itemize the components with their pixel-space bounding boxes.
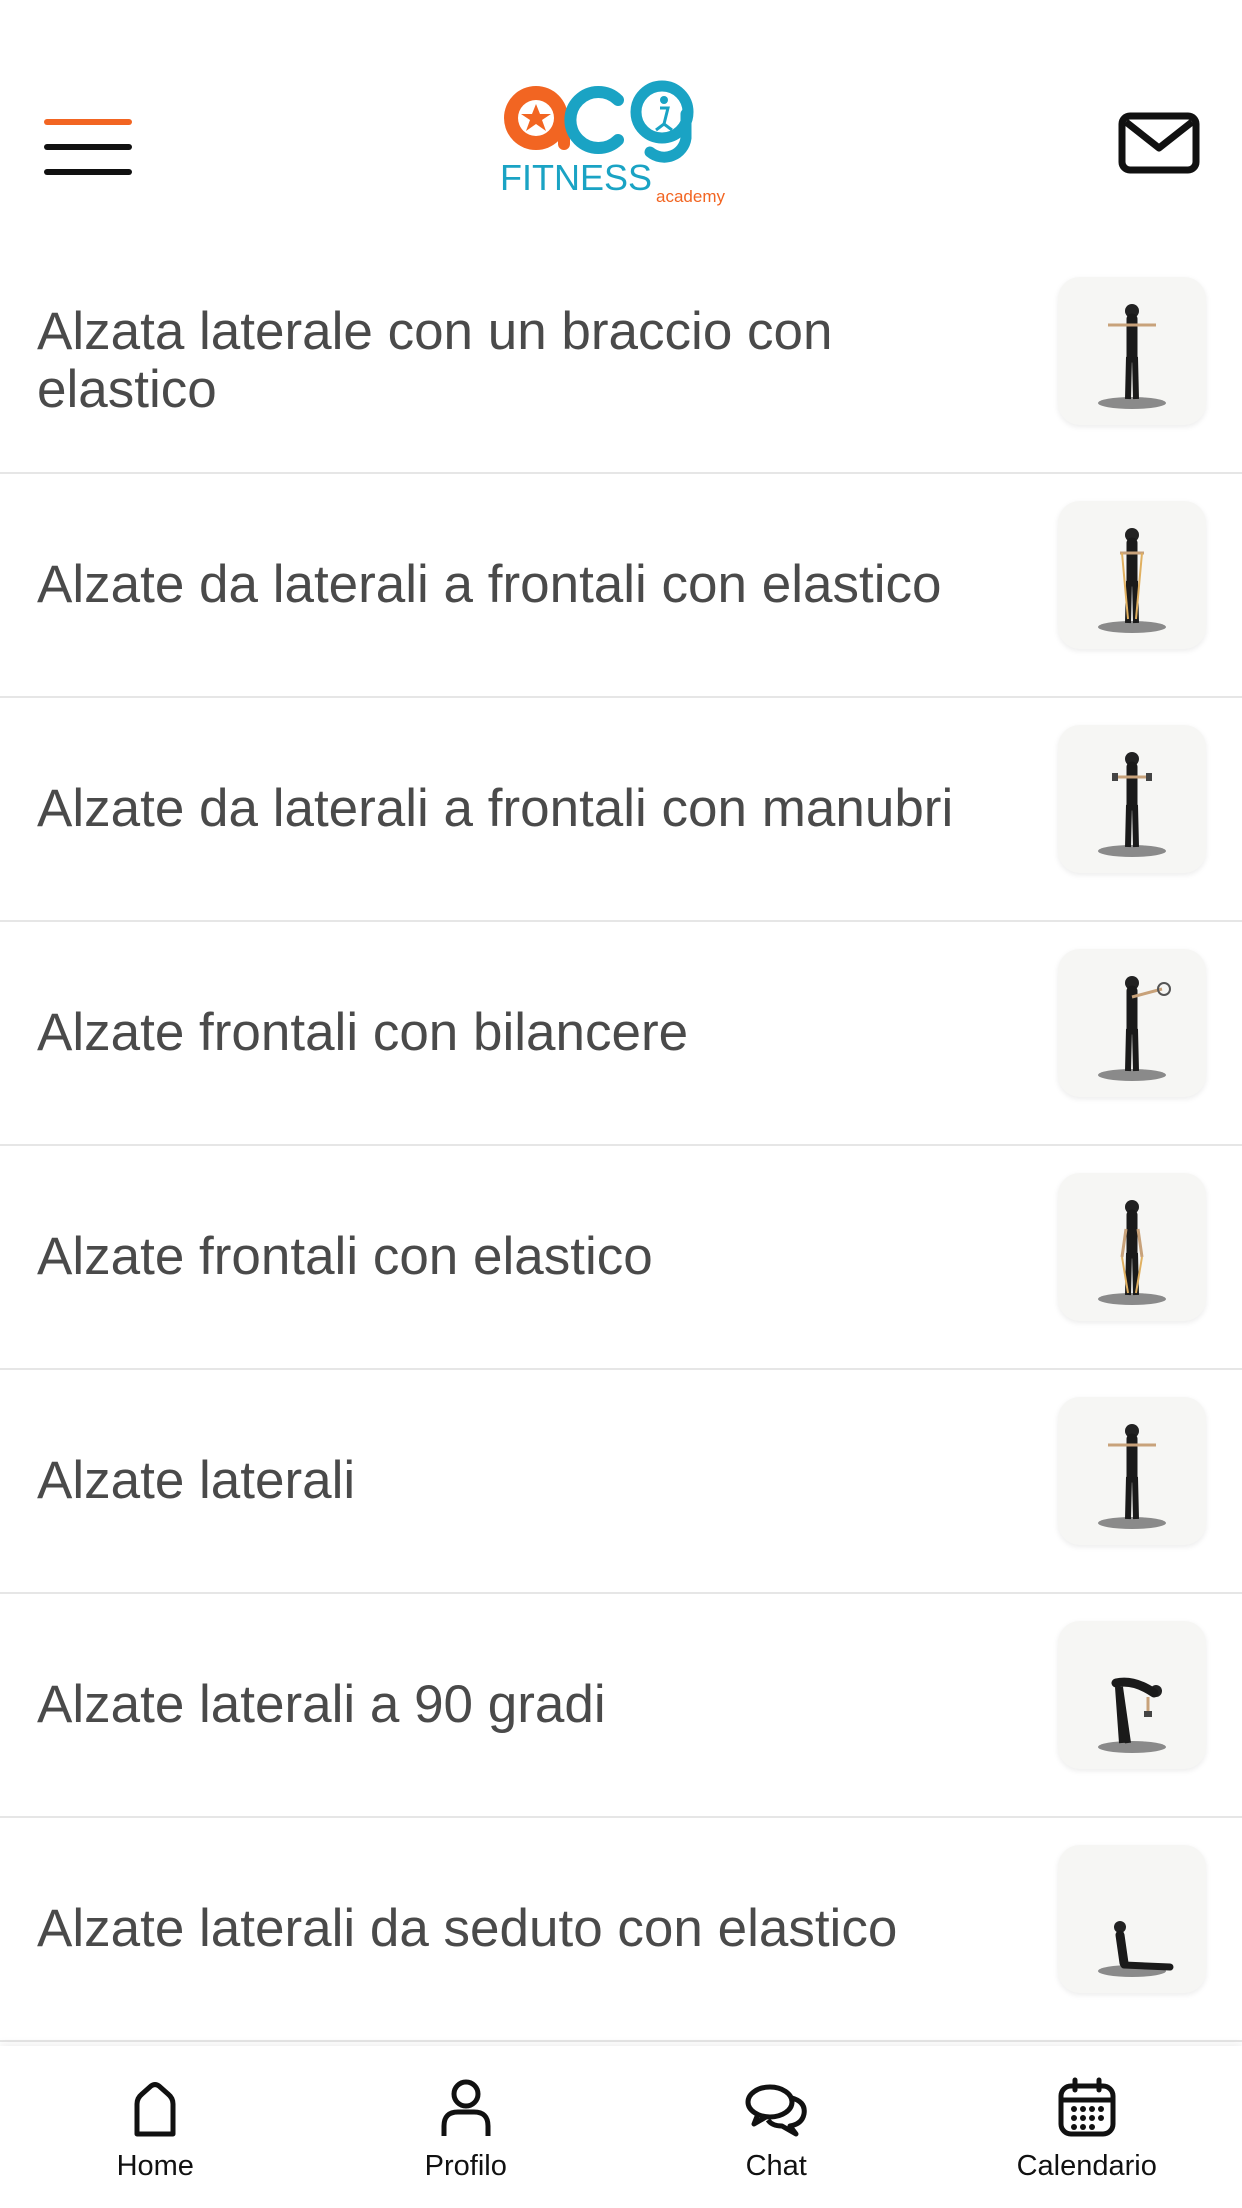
logo-fitness-text: FITNESS bbox=[500, 157, 652, 198]
exercise-thumbnail bbox=[1058, 277, 1206, 425]
exercise-title: Alzate laterali a 90 gradi bbox=[37, 1675, 606, 1734]
exercise-thumbnail bbox=[1058, 501, 1206, 649]
user-icon bbox=[441, 2079, 491, 2136]
chat-bubbles-icon bbox=[745, 2084, 807, 2137]
tab-home-label: Home bbox=[116, 2150, 194, 2182]
exercise-row[interactable]: Alzate da laterali a frontali con manubr… bbox=[0, 698, 1242, 922]
exercise-row[interactable]: Alzate laterali da seduto con elastico bbox=[0, 1818, 1242, 2042]
exercise-row[interactable]: Alzate laterali a 90 gradi bbox=[0, 1594, 1242, 1818]
exercise-row[interactable]: Alzate frontali con bilancere bbox=[0, 922, 1242, 1146]
exercise-row[interactable]: Alzata laterale con un braccio con elast… bbox=[0, 250, 1242, 474]
hamburger-menu-icon[interactable] bbox=[40, 115, 136, 179]
exercise-thumbnail bbox=[1058, 1845, 1206, 1993]
logo-academy-text: academy bbox=[656, 187, 725, 206]
app-header: FITNESS academy bbox=[0, 0, 1242, 250]
exercise-title: Alzate da laterali a frontali con elasti… bbox=[37, 555, 942, 614]
tab-calendar[interactable]: Calendario bbox=[932, 2046, 1242, 2208]
exercise-thumbnail bbox=[1058, 725, 1206, 873]
exercise-thumbnail bbox=[1058, 1173, 1206, 1321]
tab-chat[interactable]: Chat bbox=[621, 2046, 932, 2208]
tab-home[interactable]: Home bbox=[0, 2046, 311, 2208]
home-icon bbox=[134, 2082, 176, 2137]
exercise-title: Alzate frontali con bilancere bbox=[37, 1003, 689, 1062]
tab-profile-label: Profilo bbox=[424, 2150, 507, 2182]
tab-profile[interactable]: Profilo bbox=[311, 2046, 622, 2208]
exercise-row[interactable]: Alzate laterali bbox=[0, 1370, 1242, 1594]
exercise-title: Alzata laterale con un braccio con elast… bbox=[37, 302, 833, 419]
exercise-title: Alzate frontali con elastico bbox=[37, 1227, 653, 1286]
exercise-title: Alzate da laterali a frontali con manubr… bbox=[37, 779, 954, 838]
exercise-title: Alzate laterali bbox=[37, 1451, 356, 1510]
bottom-tab-bar: Home Profilo Chat Calendario bbox=[0, 2046, 1242, 2208]
tab-chat-label: Chat bbox=[745, 2150, 807, 2182]
acg-fitness-logo: FITNESS academy bbox=[500, 78, 740, 208]
exercise-title: Alzate laterali da seduto con elastico bbox=[37, 1899, 898, 1958]
tab-calendar-label: Calendario bbox=[1016, 2150, 1157, 2182]
exercise-row[interactable]: Alzate frontali con elastico bbox=[0, 1146, 1242, 1370]
exercise-list: Alzata laterale con un braccio con elast… bbox=[0, 250, 1242, 2042]
exercise-thumbnail bbox=[1058, 1621, 1206, 1769]
exercise-thumbnail bbox=[1058, 949, 1206, 1097]
exercise-thumbnail bbox=[1058, 1397, 1206, 1545]
mail-icon[interactable] bbox=[1118, 112, 1200, 174]
exercise-row[interactable]: Alzate da laterali a frontali con elasti… bbox=[0, 474, 1242, 698]
calendar-icon bbox=[1058, 2077, 1116, 2137]
